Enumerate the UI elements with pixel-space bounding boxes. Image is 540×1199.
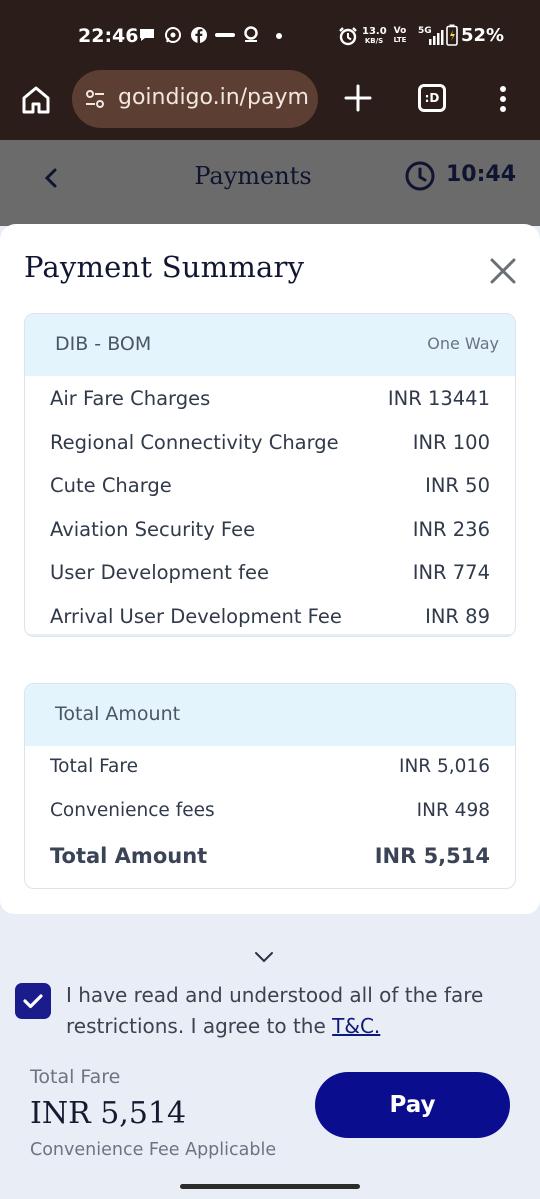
battery-icon — [446, 24, 458, 46]
close-icon[interactable] — [488, 256, 518, 286]
charge-value: INR 13441 — [387, 387, 490, 410]
footer-total-fare-amount: INR 5,514 — [30, 1096, 187, 1131]
sheet-title: Payment Summary — [24, 250, 305, 284]
card-divider — [25, 634, 515, 636]
agreement-text: I have read and understood all of the fa… — [66, 983, 484, 1038]
alarm-icon — [339, 27, 357, 46]
charge-row: User Development fee INR 774 — [25, 553, 515, 597]
chat-icon — [140, 29, 154, 41]
charge-label: Regional Connectivity Charge — [50, 430, 339, 454]
charge-row: Regional Connectivity Charge INR 100 — [25, 423, 515, 467]
total-fare-value: INR 5,016 — [399, 756, 490, 777]
route-label: DIB - BOM — [55, 333, 152, 355]
charge-row: Aviation Security Fee INR 236 — [25, 510, 515, 554]
charge-label: Aviation Security Fee — [50, 517, 256, 541]
battery-percent: 52% — [461, 25, 505, 46]
agree-checkbox[interactable] — [15, 983, 51, 1019]
charge-label: User Development fee — [50, 561, 269, 584]
convenience-fee-label: Convenience fees — [50, 800, 215, 821]
clock-icon — [405, 161, 435, 191]
home-indicator[interactable] — [180, 1184, 360, 1189]
terms-link[interactable]: T&C. — [332, 1014, 380, 1038]
route-header: DIB - BOM One Way — [25, 314, 515, 376]
address-bar[interactable]: goindigo.in/paym — [72, 70, 318, 128]
volte-label: Vo — [393, 26, 407, 36]
charge-row: Arrival User Development Fee INR 89 — [25, 597, 515, 637]
payment-summary-sheet: Payment Summary DIB - BOM One Way Air Fa… — [0, 224, 540, 914]
charge-row: Air Fare Charges INR 13441 — [25, 379, 515, 423]
convenience-fee-note: Convenience Fee Applicable — [30, 1140, 277, 1160]
home-icon[interactable] — [20, 84, 52, 116]
page-header: Payments 10:44 — [0, 140, 540, 226]
facebook-icon — [191, 27, 207, 43]
url-text[interactable]: goindigo.in/paym — [118, 85, 310, 110]
charge-label: Air Fare Charges — [50, 387, 211, 410]
total-fare-row: Total Fare INR 5,016 — [25, 748, 515, 792]
total-fare-label: Total Fare — [50, 756, 138, 777]
trip-type-label: One Way — [427, 334, 499, 353]
charge-value: INR 774 — [412, 561, 490, 584]
charge-label: Cute Charge — [50, 474, 172, 497]
clock-time: 22:46 — [78, 25, 139, 47]
dot-icon — [276, 33, 282, 39]
charge-value: INR 100 — [412, 430, 490, 454]
site-settings-icon[interactable] — [84, 88, 106, 110]
convenience-fee-value: INR 498 — [416, 800, 490, 821]
total-header-label: Total Amount — [55, 703, 181, 725]
total-header: Total Amount — [25, 684, 515, 746]
footer-total-fare-label: Total Fare — [30, 1066, 121, 1088]
convenience-fee-row: Convenience fees INR 498 — [25, 792, 515, 836]
net-speed-value: 13.0 — [362, 26, 387, 37]
tab-switcher-button[interactable]: :D — [418, 84, 446, 112]
charge-row: Cute Charge INR 50 — [25, 466, 515, 510]
more-menu-icon[interactable] — [496, 84, 510, 114]
fare-breakdown-card: DIB - BOM One Way Air Fare Charges INR 1… — [24, 313, 516, 637]
browser-toolbar: goindigo.in/paym :D — [0, 70, 540, 140]
grand-total-row: Total Amount INR 5,514 — [25, 836, 515, 884]
total-amount-card: Total Amount Total Fare INR 5,016 Conven… — [24, 683, 516, 889]
checkmark-icon — [23, 994, 43, 1009]
session-timer: 10:44 — [446, 162, 517, 187]
pay-button[interactable]: Pay — [315, 1072, 510, 1138]
swiggy-icon — [244, 26, 258, 42]
fare-restrictions-agreement: I have read and understood all of the fa… — [66, 980, 526, 1042]
grand-total-value: INR 5,514 — [374, 844, 490, 868]
charge-value: INR 50 — [425, 474, 490, 497]
new-tab-icon[interactable] — [342, 82, 374, 114]
charge-value: INR 89 — [425, 604, 490, 628]
volte-sub: LTE — [393, 36, 407, 44]
charge-label: Arrival User Development Fee — [50, 604, 342, 628]
signal-icon — [429, 30, 444, 45]
net-speed-unit: KB/S — [364, 37, 384, 45]
whatsapp-icon — [165, 27, 181, 43]
zomato-icon — [215, 33, 235, 37]
chevron-down-icon[interactable] — [252, 948, 276, 966]
grand-total-label: Total Amount — [50, 844, 208, 868]
charge-value: INR 236 — [412, 517, 490, 541]
status-bar: 22:46 13.0 KB/S Vo LTE 5G 52% — [0, 0, 540, 70]
